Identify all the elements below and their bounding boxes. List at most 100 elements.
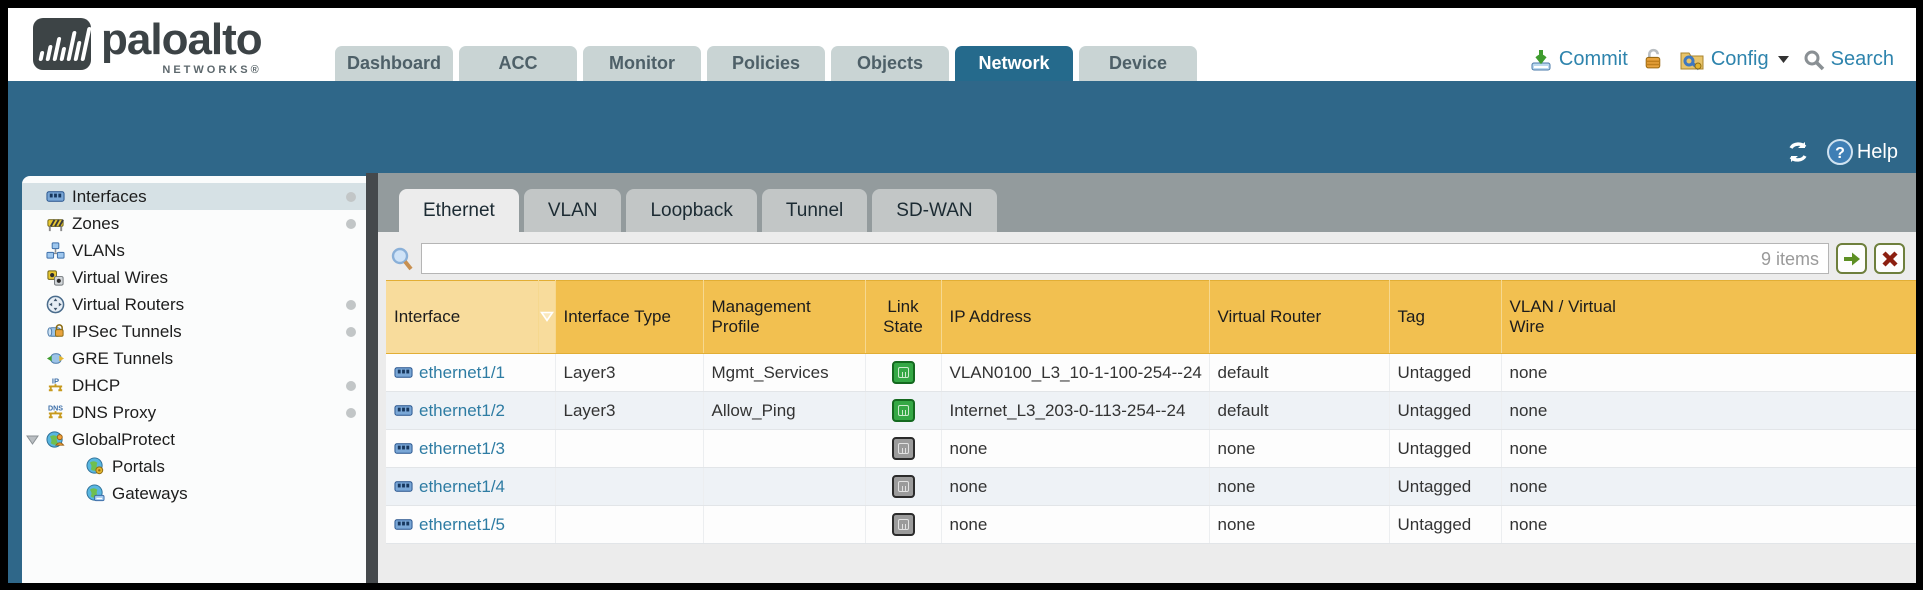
interface-link[interactable]: ethernet1/3: [419, 439, 505, 459]
tab-acc[interactable]: ACC: [459, 46, 577, 81]
ipsec-tunnels-icon: [46, 322, 65, 341]
search-button[interactable]: Search: [1803, 48, 1894, 71]
cell-virtual-router: none: [1209, 468, 1389, 506]
dhcp-icon: IP: [46, 376, 65, 395]
sidebar-item-label: DNS Proxy: [72, 403, 156, 423]
interface-link[interactable]: ethernet1/5: [419, 515, 505, 535]
apply-filter-button[interactable]: [1836, 243, 1867, 274]
sidebar-item-ipsec-tunnels[interactable]: IPSec Tunnels: [22, 318, 366, 345]
cell-management-profile: [703, 430, 865, 468]
gateways-icon: [86, 484, 105, 503]
interface-icon: [394, 477, 413, 496]
tab-monitor[interactable]: Monitor: [583, 46, 701, 81]
interface-icon: [394, 401, 413, 420]
header-actions: Commit Config: [1529, 47, 1894, 72]
search-icon: [1803, 49, 1825, 71]
sidebar-splitter[interactable]: [366, 173, 378, 583]
cell-virtual-router: default: [1209, 392, 1389, 430]
expander-icon[interactable]: [26, 435, 39, 445]
filter-bar: 9 items: [384, 241, 1916, 280]
cell-management-profile: Mgmt_Services: [703, 354, 865, 392]
logo-word: paloalto: [101, 18, 262, 62]
column-header-interface[interactable]: Interface: [386, 281, 538, 354]
commit-label: Commit: [1559, 48, 1628, 71]
link-state-icon: [892, 437, 915, 460]
cell-management-profile: [703, 506, 865, 544]
interface-link[interactable]: ethernet1/4: [419, 477, 505, 497]
sidebar-item-gateways[interactable]: Gateways: [22, 480, 366, 507]
link-state-icon: [892, 513, 915, 536]
top-header: paloalto NETWORKS® Dashboard ACC Monitor…: [8, 8, 1916, 81]
sidebar-item-label: Portals: [112, 457, 165, 477]
interface-link[interactable]: ethernet1/2: [419, 401, 505, 421]
tab-policies[interactable]: Policies: [707, 46, 825, 81]
cell-interface-type: Layer3: [555, 354, 703, 392]
sidebar-item-gre-tunnels[interactable]: GRE Tunnels: [22, 345, 366, 372]
column-header-interface-type[interactable]: Interface Type: [555, 281, 703, 354]
cell-management-profile: Allow_Ping: [703, 392, 865, 430]
sidebar-item-vlans[interactable]: VLANs: [22, 237, 366, 264]
table-row: ethernet1/4 none none Untagged none: [386, 468, 1916, 506]
tab-ethernet[interactable]: Ethernet: [399, 189, 519, 232]
paloalto-logo: paloalto NETWORKS®: [33, 18, 262, 76]
interface-icon: [394, 363, 413, 382]
table-row: ethernet1/2 Layer3 Allow_Ping Internet_L…: [386, 392, 1916, 430]
sidebar-item-label: DHCP: [72, 376, 120, 396]
interface-link[interactable]: ethernet1/1: [419, 363, 505, 383]
cell-ip-address: none: [941, 468, 1209, 506]
tab-loopback[interactable]: Loopback: [626, 189, 756, 232]
table-row: ethernet1/1 Layer3 Mgmt_Services VLAN010…: [386, 354, 1916, 392]
commit-button[interactable]: Commit: [1529, 48, 1628, 72]
cell-ip-address: Internet_L3_203-0-113-254--24: [941, 392, 1209, 430]
filter-input[interactable]: [421, 243, 1829, 274]
sidebar-item-label: Zones: [72, 214, 119, 234]
config-button[interactable]: Config: [1679, 48, 1790, 72]
tab-vlan[interactable]: VLAN: [524, 189, 622, 232]
column-menu-button[interactable]: [538, 281, 555, 354]
sidebar-item-dns-proxy[interactable]: DNS DNS Proxy: [22, 399, 366, 426]
sidebar-item-dhcp[interactable]: IP DHCP: [22, 372, 366, 399]
sidebar-item-portals[interactable]: Portals: [22, 453, 366, 480]
column-header-link-state[interactable]: Link State: [865, 281, 941, 354]
zones-icon: [46, 214, 65, 233]
tab-sdwan[interactable]: SD-WAN: [872, 189, 996, 232]
sidebar-item-zones[interactable]: Zones: [22, 210, 366, 237]
sidebar-item-label: Virtual Routers: [72, 295, 184, 315]
tab-network[interactable]: Network: [955, 46, 1073, 81]
cell-interface-type: [555, 468, 703, 506]
sidebar-item-label: Gateways: [112, 484, 188, 504]
chevron-down-icon: [1777, 55, 1790, 64]
tab-tunnel[interactable]: Tunnel: [762, 189, 867, 232]
interface-icon: [394, 439, 413, 458]
search-label: Search: [1831, 48, 1894, 71]
cell-interface-type: [555, 430, 703, 468]
content-area: Ethernet VLAN Loopback Tunnel SD-WAN 9 i…: [378, 173, 1916, 583]
config-icon: [1679, 48, 1705, 72]
tab-dashboard[interactable]: Dashboard: [335, 46, 453, 81]
globalprotect-icon: [46, 430, 65, 449]
sidebar-item-virtual-routers[interactable]: Virtual Routers: [22, 291, 366, 318]
lock-icon[interactable]: [1641, 47, 1666, 72]
help-button[interactable]: ? Help: [1827, 139, 1898, 165]
column-header-tag[interactable]: Tag: [1389, 281, 1501, 354]
column-header-virtual-router[interactable]: Virtual Router: [1209, 281, 1389, 354]
logo-text: paloalto NETWORKS®: [101, 18, 262, 76]
tab-objects[interactable]: Objects: [831, 46, 949, 81]
column-header-management-profile[interactable]: Management Profile: [703, 281, 865, 354]
sidebar-item-virtual-wires[interactable]: Virtual Wires: [22, 264, 366, 291]
table-row: ethernet1/5 none none Untagged none: [386, 506, 1916, 544]
cell-tag: Untagged: [1389, 430, 1501, 468]
tab-device[interactable]: Device: [1079, 46, 1197, 81]
column-header-vlan-virtual-wire[interactable]: VLAN / Virtual Wire: [1501, 281, 1916, 354]
filter-search-icon: [390, 246, 414, 272]
column-header-ip-address[interactable]: IP Address: [941, 281, 1209, 354]
gre-tunnels-icon: [46, 349, 65, 368]
refresh-icon[interactable]: [1785, 140, 1811, 164]
sidebar-item-globalprotect[interactable]: GlobalProtect: [22, 426, 366, 453]
commit-icon: [1529, 48, 1553, 72]
clear-filter-button[interactable]: [1874, 243, 1905, 274]
cell-virtual-router: none: [1209, 506, 1389, 544]
sidebar-item-interfaces[interactable]: Interfaces: [22, 183, 366, 210]
cell-tag: Untagged: [1389, 468, 1501, 506]
cell-virtual-router: default: [1209, 354, 1389, 392]
